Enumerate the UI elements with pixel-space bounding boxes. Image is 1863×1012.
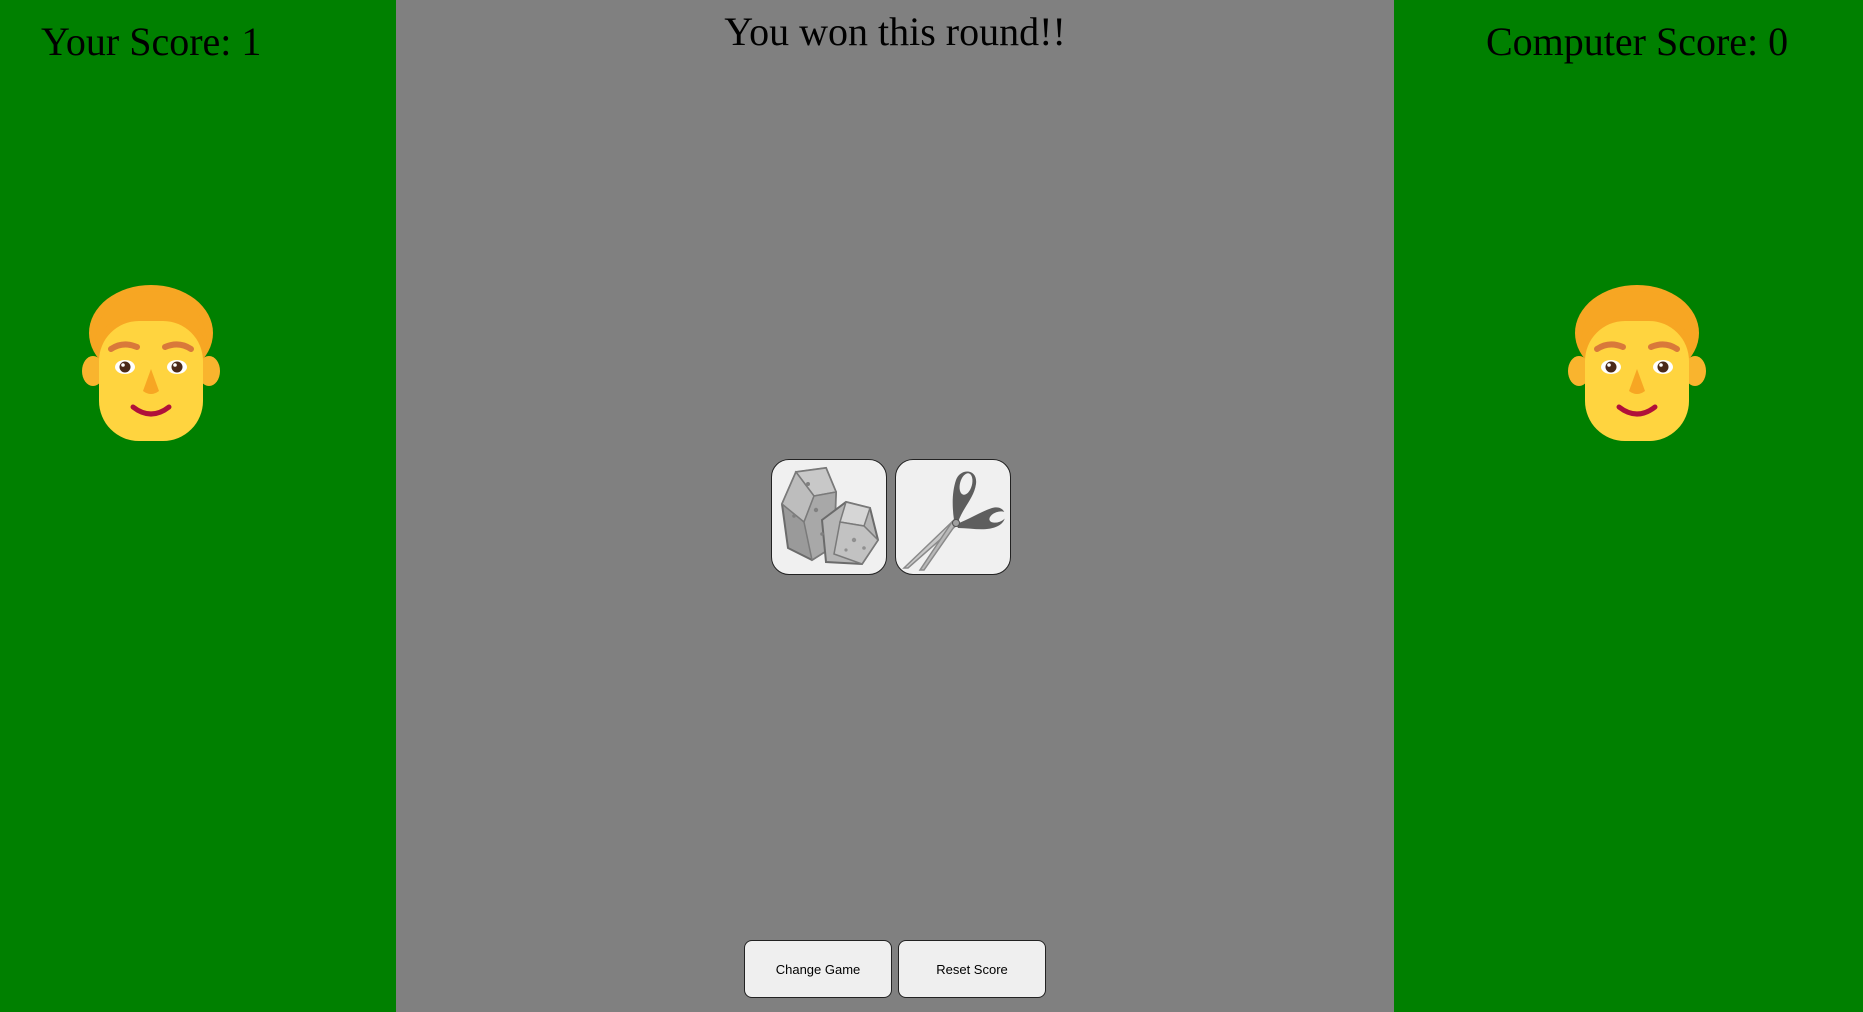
game-layout: Your Score: 1 You won this round!! Chang… bbox=[0, 0, 1863, 1012]
scissors-icon bbox=[902, 471, 1007, 571]
game-controls: Change Game Reset Score bbox=[744, 940, 1046, 998]
game-board: You won this round!! Change Game Reset S… bbox=[396, 0, 1394, 1012]
rock-icon bbox=[780, 466, 880, 566]
computer-choice-card bbox=[895, 459, 1011, 575]
player-choice-card bbox=[771, 459, 887, 575]
change-game-button[interactable]: Change Game bbox=[744, 940, 892, 998]
player-panel: Your Score: 1 bbox=[0, 0, 396, 1012]
computer-avatar-icon bbox=[1567, 283, 1707, 443]
player-avatar-icon bbox=[81, 283, 221, 443]
computer-score: Computer Score: 0 bbox=[1486, 19, 1789, 64]
round-result-text: You won this round!! bbox=[724, 9, 1066, 54]
choices-display bbox=[771, 459, 1011, 575]
player-score: Your Score: 1 bbox=[41, 19, 262, 64]
computer-panel: Computer Score: 0 bbox=[1394, 0, 1863, 1012]
reset-score-button[interactable]: Reset Score bbox=[898, 940, 1046, 998]
